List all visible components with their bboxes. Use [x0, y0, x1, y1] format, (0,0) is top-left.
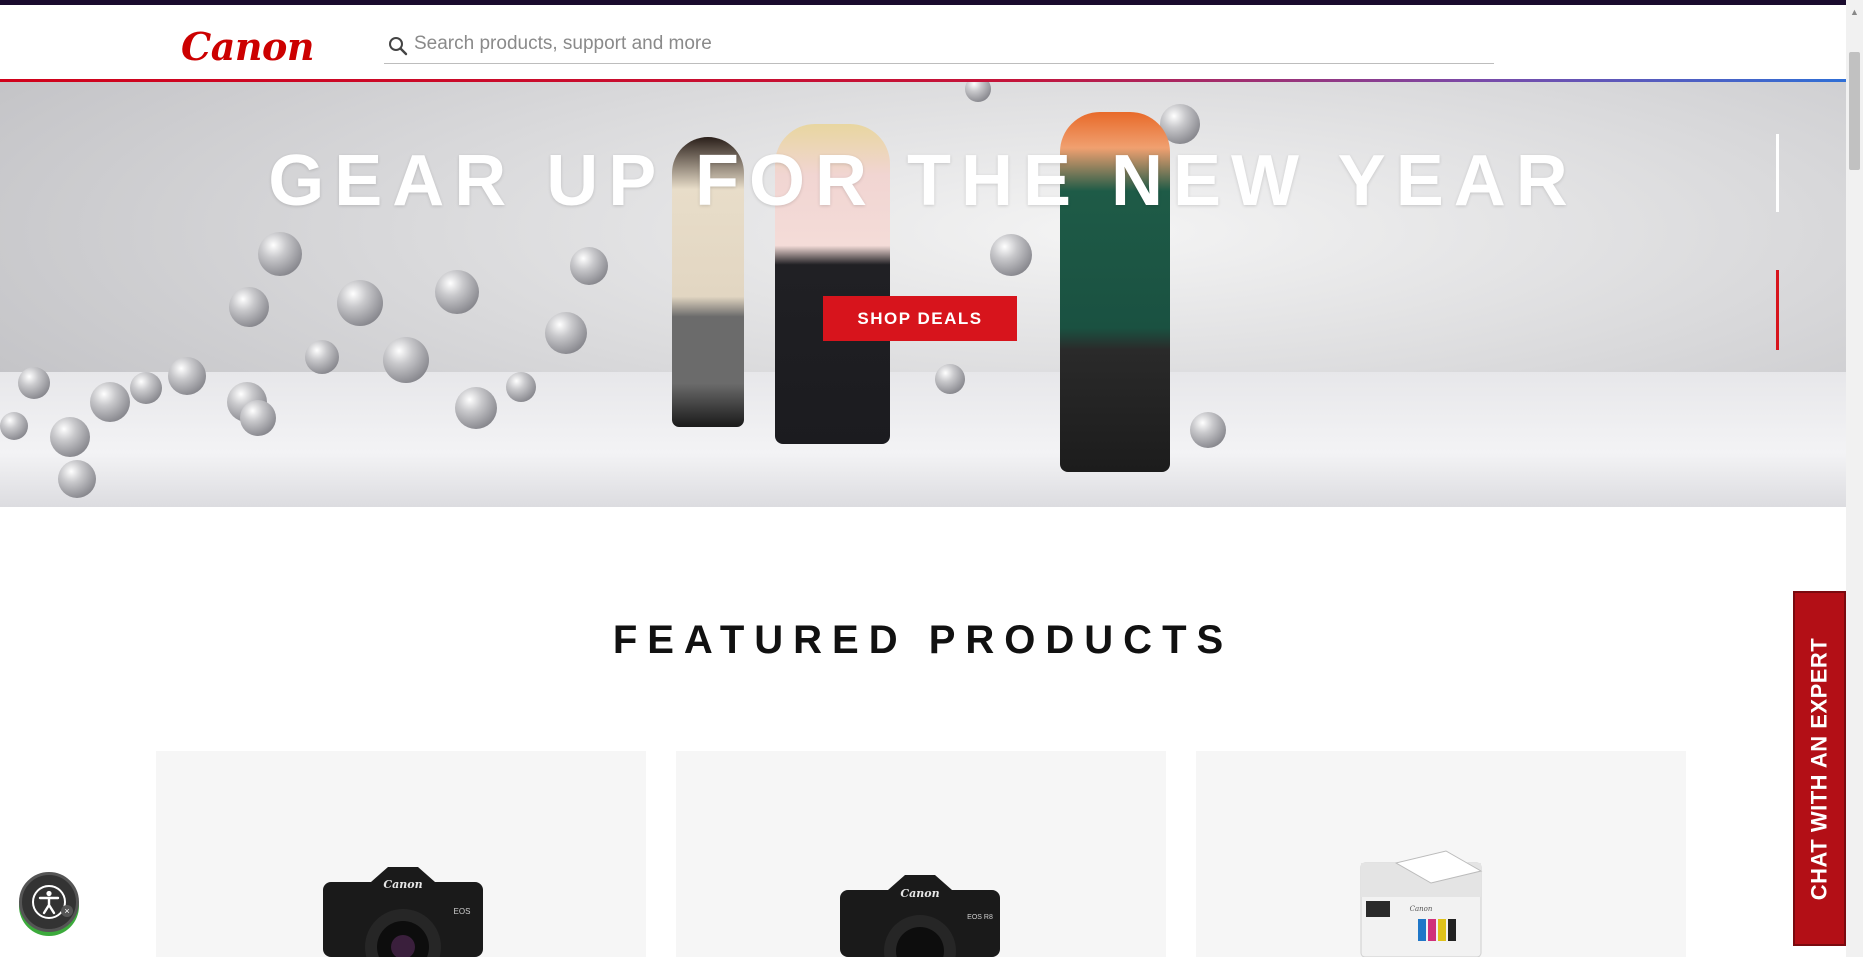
balloon-decoration [58, 460, 96, 498]
balloon-decoration [935, 364, 965, 394]
balloon-decoration [258, 232, 302, 276]
canon-logo[interactable]: Canon [181, 24, 314, 69]
hero-banner[interactable]: GEAR UP FOR THE NEW YEAR SHOP DEALS [0, 82, 1846, 507]
site-header: Canon [0, 5, 1846, 80]
page-scrollbar[interactable]: ▲ [1846, 0, 1863, 957]
balloon-decoration [570, 247, 608, 285]
featured-products-heading: FEATURED PRODUCTS [612, 618, 1234, 662]
balloon-decoration [240, 400, 276, 436]
product-brand-mark: Canon [900, 887, 939, 900]
product-model-mark: EOS [454, 907, 471, 916]
balloon-decoration [229, 287, 269, 327]
balloon-decoration [1190, 412, 1226, 448]
product-card[interactable]: Canon [1196, 751, 1686, 958]
balloon-decoration [337, 280, 383, 326]
product-card[interactable]: Canon EOS R8 [676, 751, 1166, 962]
carousel-indicator-2-active[interactable] [1776, 270, 1779, 350]
scroll-up-arrow-icon[interactable]: ▲ [1846, 5, 1863, 19]
printer-icon: Canon [1360, 850, 1483, 958]
chat-tab-label: CHAT WITH AN EXPERT [1806, 637, 1832, 900]
chat-with-expert-tab[interactable]: CHAT WITH AN EXPERT [1793, 591, 1846, 946]
hero-title: GEAR UP FOR THE NEW YEAR [268, 141, 1578, 221]
balloon-decoration [50, 417, 90, 457]
search-input[interactable] [414, 29, 1484, 59]
product-card[interactable]: Canon EOS [156, 751, 646, 962]
balloon-decoration [455, 387, 497, 429]
accessibility-button[interactable] [19, 872, 79, 932]
balloon-decoration [130, 372, 162, 404]
mirrorless-camera-icon: Canon EOS [323, 867, 483, 962]
product-brand-mark: Canon [1410, 905, 1433, 913]
balloon-decoration [506, 372, 536, 402]
mirrorless-camera-icon: Canon EOS R8 [840, 875, 1000, 962]
balloon-decoration [965, 82, 991, 102]
close-accessibility-icon[interactable]: × [61, 905, 73, 917]
balloon-decoration [168, 357, 206, 395]
product-model-mark: EOS R8 [967, 914, 993, 921]
search-bar[interactable] [384, 27, 1494, 64]
carousel-indicator-1[interactable] [1776, 134, 1779, 212]
balloon-decoration [545, 312, 587, 354]
product-brand-mark: Canon [383, 878, 422, 891]
balloon-decoration [305, 340, 339, 374]
balloon-decoration [435, 270, 479, 314]
scrollbar-thumb[interactable] [1849, 52, 1860, 170]
balloon-decoration [90, 382, 130, 422]
balloon-decoration [990, 234, 1032, 276]
balloon-decoration [0, 412, 28, 440]
balloon-decoration [383, 337, 429, 383]
balloon-decoration [18, 367, 50, 399]
hero-floor-backdrop [0, 372, 1846, 507]
shop-deals-button[interactable]: SHOP DEALS [823, 296, 1017, 341]
search-icon[interactable] [388, 36, 408, 56]
